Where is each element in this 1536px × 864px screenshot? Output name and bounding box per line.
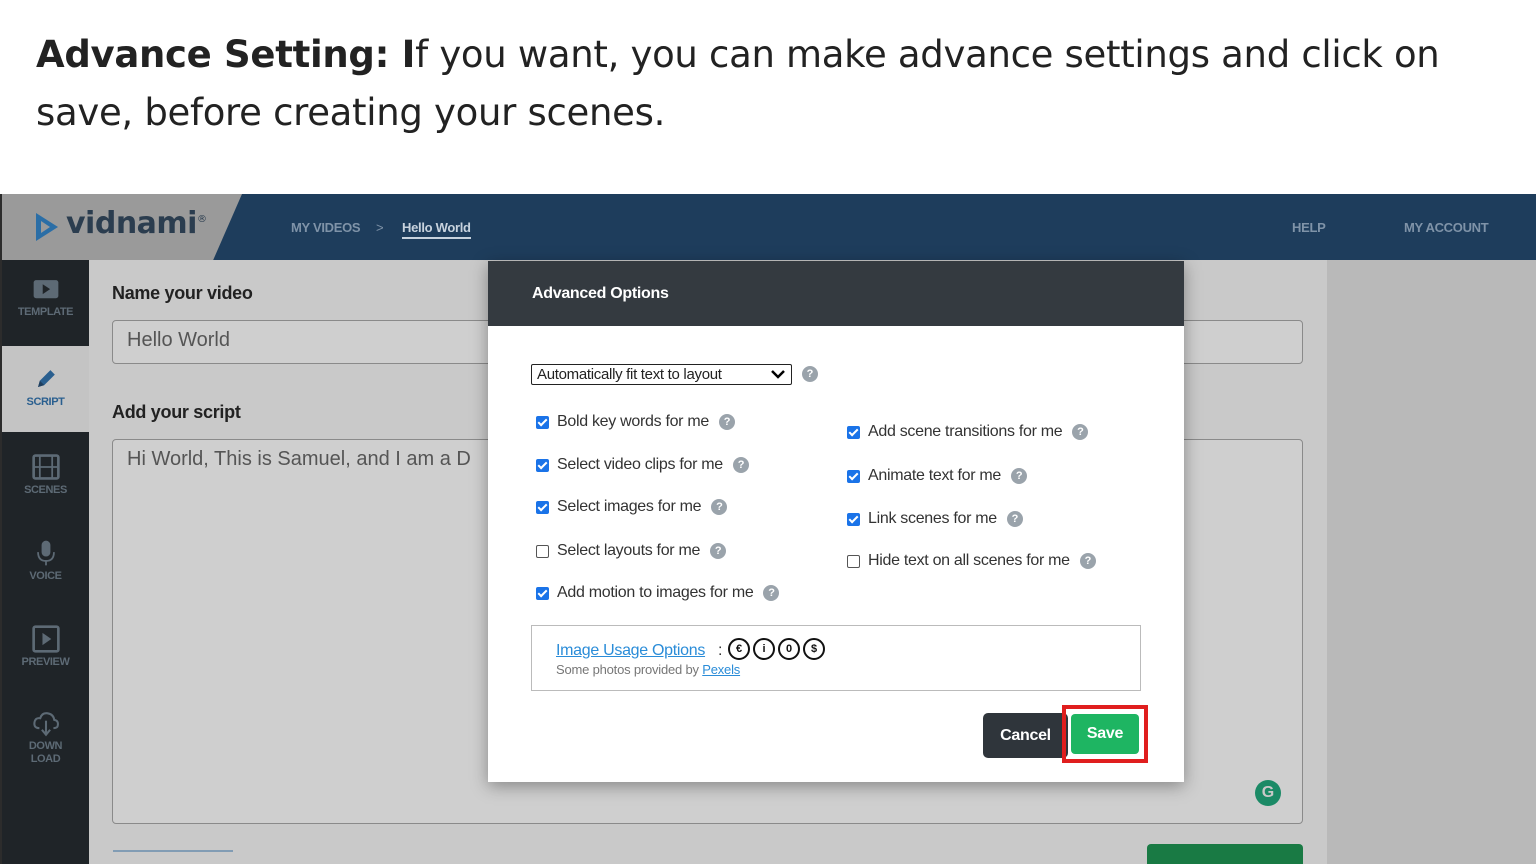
checkbox-checked[interactable] <box>847 425 860 439</box>
sidebar-item-scenes[interactable]: SCENES <box>2 434 89 520</box>
sidebar-item-template[interactable]: TEMPLATE <box>2 260 89 346</box>
option-add-scene-transitions[interactable]: Add scene transitions for me ? <box>847 423 1089 441</box>
grammarly-icon[interactable]: G <box>1255 780 1281 806</box>
sidebar: TEMPLATE SCRIPT SCENES VOICE PREVIEW DOW… <box>2 260 89 864</box>
cc-attribution-icon: i <box>753 638 775 660</box>
play-icon <box>33 280 58 299</box>
help-icon[interactable]: ? <box>1006 511 1023 527</box>
image-usage-options-link[interactable]: Image Usage Options <box>556 642 705 660</box>
help-icon[interactable]: ? <box>1072 424 1089 440</box>
modal-header: Advanced Options <box>488 261 1184 326</box>
image-usage-box: Image Usage Options : € i 0 $ Some photo… <box>531 625 1141 691</box>
modal-title: Advanced Options <box>532 285 669 302</box>
pexels-link[interactable]: Pexels <box>702 662 740 677</box>
checkbox-checked[interactable] <box>536 415 549 429</box>
save-highlight-box: Save <box>1062 705 1148 763</box>
option-select-images[interactable]: Select images for me ? <box>536 498 728 516</box>
cc-commercial-icon: € <box>728 638 750 660</box>
checkbox-checked[interactable] <box>536 458 549 472</box>
sidebar-item-voice[interactable]: VOICE <box>2 520 89 606</box>
breadcrumb-current[interactable]: Hello World <box>402 220 471 239</box>
help-icon[interactable]: ? <box>802 366 818 382</box>
intro-heading: Advance Setting: I <box>36 33 416 76</box>
cancel-button[interactable]: Cancel <box>983 713 1068 758</box>
help-icon[interactable]: ? <box>1011 468 1028 484</box>
option-bold-key-words[interactable]: Bold key words for me ? <box>536 413 735 431</box>
help-icon[interactable]: ? <box>711 499 728 515</box>
help-icon[interactable]: ? <box>732 457 749 473</box>
nav-help[interactable]: HELP <box>1292 220 1326 235</box>
nav-my-account[interactable]: MY ACCOUNT <box>1404 220 1489 235</box>
checkbox-checked[interactable] <box>536 586 549 600</box>
advanced-options-modal: Advanced Options Automatically fit text … <box>488 261 1184 782</box>
creative-commons-icons: € i 0 $ <box>728 638 825 660</box>
breadcrumb-separator-icon: > <box>376 220 384 235</box>
cc-zero-icon: 0 <box>778 638 800 660</box>
download-icon <box>32 712 59 737</box>
vidnami-logo-icon <box>36 213 58 241</box>
sidebar-item-download[interactable]: DOWN LOAD <box>2 692 89 792</box>
logo-text: vidnami® <box>66 206 207 241</box>
checkbox-unchecked[interactable] <box>847 554 860 568</box>
help-icon[interactable]: ? <box>718 414 735 430</box>
right-panel <box>1327 260 1536 864</box>
script-label: Add your script <box>112 402 241 422</box>
option-link-scenes[interactable]: Link scenes for me ? <box>847 510 1023 528</box>
help-icon[interactable]: ? <box>1079 553 1096 569</box>
film-icon <box>31 454 60 480</box>
option-select-video-clips[interactable]: Select video clips for me ? <box>536 456 749 474</box>
microphone-icon <box>36 540 55 566</box>
preview-icon <box>31 625 60 653</box>
photo-credit: Some photos provided by Pexels <box>556 662 741 677</box>
help-icon[interactable]: ? <box>763 585 780 601</box>
option-animate-text[interactable]: Animate text for me ? <box>847 467 1028 485</box>
pencil-icon <box>37 370 55 387</box>
advanced-options-link[interactable] <box>113 850 233 864</box>
name-video-label: Name your video <box>112 283 253 303</box>
option-add-motion-to-images[interactable]: Add motion to images for me ? <box>536 584 780 602</box>
checkbox-checked[interactable] <box>847 469 860 483</box>
help-icon[interactable]: ? <box>710 543 727 559</box>
sidebar-item-script[interactable]: SCRIPT <box>2 346 89 432</box>
sidebar-item-preview[interactable]: PREVIEW <box>2 606 89 692</box>
create-scenes-button[interactable] <box>1147 844 1303 864</box>
option-select-layouts[interactable]: Select layouts for me ? <box>536 542 727 560</box>
checkbox-checked[interactable] <box>847 512 860 526</box>
option-hide-text-on-scenes[interactable]: Hide text on all scenes for me ? <box>847 552 1096 570</box>
breadcrumb-my-videos[interactable]: MY VIDEOS <box>291 220 361 235</box>
top-navbar: vidnami® MY VIDEOS > Hello World HELP MY… <box>2 194 1536 260</box>
intro-paragraph: Advance Setting: If you want, you can ma… <box>36 26 1496 142</box>
chevron-down-icon <box>771 370 785 379</box>
cc-noncommercial-icon: $ <box>803 638 825 660</box>
checkbox-checked[interactable] <box>536 500 549 514</box>
fit-text-select[interactable]: Automatically fit text to layout <box>531 364 792 385</box>
checkbox-unchecked[interactable] <box>536 544 549 558</box>
save-button[interactable]: Save <box>1071 714 1139 754</box>
logo-area[interactable]: vidnami® <box>2 194 242 260</box>
